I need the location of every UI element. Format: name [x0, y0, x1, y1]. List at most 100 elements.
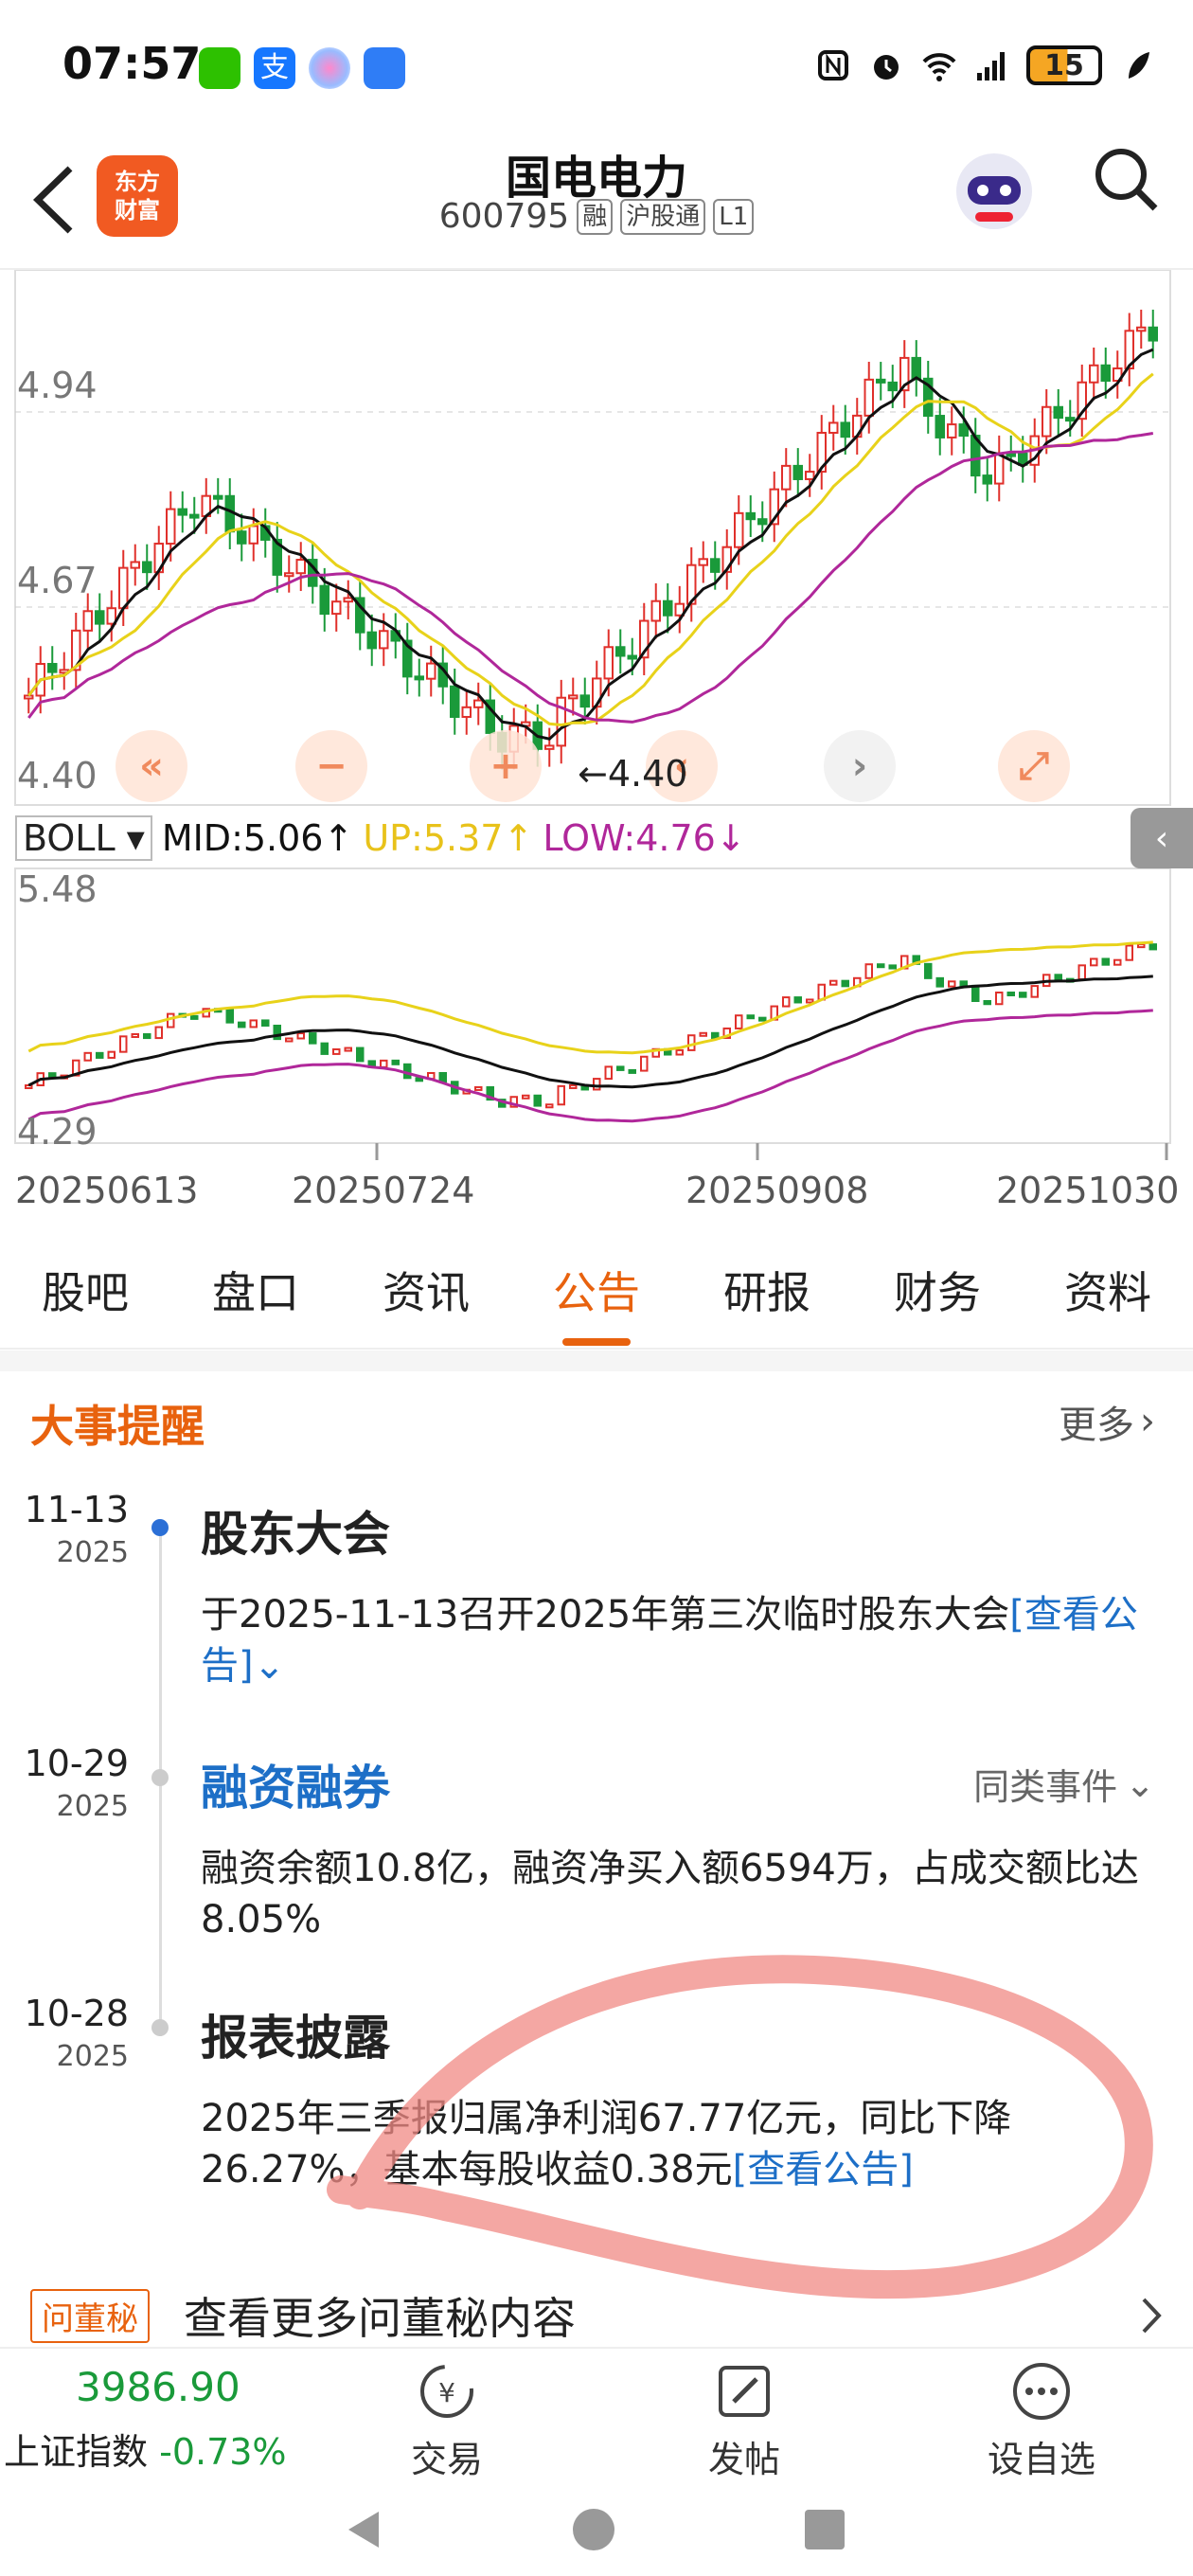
candle-body — [1042, 405, 1052, 438]
boll-chart-frame — [14, 868, 1171, 1144]
boll-candle — [107, 1050, 116, 1059]
tab-2[interactable]: 资讯 — [383, 1259, 470, 1331]
candle-body — [473, 699, 484, 708]
boll-up: UP:5.37↑ — [363, 817, 534, 859]
boll-candle — [238, 1021, 246, 1029]
tab-0[interactable]: 股吧 — [42, 1259, 129, 1331]
event-title-link[interactable]: 融资融券 — [201, 1750, 390, 1818]
boll-low-value: LOW:4.76 — [543, 817, 716, 859]
post-label: 发帖 — [707, 2439, 780, 2480]
candle-body — [579, 694, 590, 708]
candle-body — [295, 559, 306, 575]
boll-candle — [746, 1014, 755, 1020]
price-label-mid: 4.67 — [17, 560, 98, 601]
signal-icon — [977, 52, 1005, 80]
trade-label: 交易 — [410, 2439, 483, 2480]
boll-candle — [758, 1016, 767, 1022]
nav-back-icon[interactable] — [341, 2506, 388, 2553]
index-value[interactable]: 3986.90 — [76, 2364, 240, 2410]
same-type-label: 同类事件 — [973, 1766, 1118, 1808]
boll-candle — [640, 1055, 649, 1072]
tab-4[interactable]: 研报 — [723, 1259, 810, 1331]
candle-body — [982, 474, 992, 485]
candle-body — [237, 530, 247, 545]
boll-candle — [356, 1046, 365, 1063]
boll-candle — [285, 1037, 294, 1043]
more-button[interactable]: 更多 › — [1059, 1394, 1155, 1449]
boll-candle — [154, 1026, 163, 1040]
same-type-events-button[interactable]: 同类事件 ⌄ — [973, 1758, 1155, 1810]
tab-3[interactable]: 公告 — [553, 1259, 640, 1346]
boll-candle — [380, 1059, 388, 1068]
secretary-text: 查看更多问董秘内容 — [184, 2293, 576, 2344]
candle-body — [1089, 364, 1099, 384]
boll-candle — [1077, 964, 1086, 981]
tab-1[interactable]: 盘口 — [212, 1259, 299, 1331]
boll-candle — [948, 980, 956, 988]
boll-candle — [699, 1031, 707, 1037]
boll-candle — [841, 979, 849, 988]
tab-6[interactable]: 资料 — [1064, 1259, 1151, 1331]
candle-body — [189, 513, 200, 519]
candle-body — [840, 421, 850, 438]
candle-body — [95, 610, 105, 625]
ma10-line — [27, 372, 1154, 727]
post-button[interactable]: 发帖 — [668, 2360, 820, 2482]
tab-5[interactable]: 财务 — [894, 1259, 981, 1331]
candle-body — [828, 421, 839, 434]
boll-candle — [793, 996, 802, 1004]
boll-mid: MID:5.06↑ — [161, 817, 354, 859]
low-price-value: 4.40 — [607, 753, 688, 795]
boll-mid-value: MID:5.06 — [161, 817, 324, 859]
search-icon[interactable] — [1089, 142, 1165, 218]
rewind-button[interactable]: « — [116, 730, 187, 802]
boll-candle — [593, 1078, 601, 1091]
boll-candle — [131, 1032, 139, 1038]
nav-recents-icon[interactable] — [801, 2506, 848, 2553]
zoom-in-button[interactable]: + — [470, 730, 542, 802]
boll-candle — [533, 1094, 542, 1107]
candle-body — [887, 381, 898, 392]
zoom-out-button[interactable]: − — [295, 730, 367, 802]
expand-chevron-icon[interactable]: ⌄ — [254, 1644, 286, 1688]
boll-candle — [296, 1032, 305, 1040]
boll-up-value: UP:5.37 — [363, 817, 504, 859]
add-watchlist-button[interactable]: 设自选 — [966, 2360, 1117, 2482]
indicator-selector[interactable]: BOLL ▾ — [15, 815, 152, 861]
index-row[interactable]: 上证指数 -0.73% — [4, 2423, 287, 2475]
kline-candlestick-chart[interactable] — [0, 270, 1193, 1165]
trade-button[interactable]: ¥ 交易 — [371, 2360, 523, 2482]
next-button[interactable]: › — [824, 730, 896, 802]
event-date: 11-13 — [24, 1489, 129, 1530]
event-title: 报表披露 — [201, 2011, 390, 2066]
boll-candle — [1148, 943, 1157, 951]
boll-candle — [782, 996, 791, 1008]
nav-home-icon[interactable] — [570, 2506, 617, 2553]
robot-assistant-icon[interactable] — [947, 142, 1042, 237]
more-label: 更多 — [1059, 1404, 1134, 1447]
candle-body — [284, 572, 294, 578]
candle-body — [213, 494, 223, 500]
boll-candle — [143, 1032, 151, 1040]
fullscreen-button[interactable]: ⤢ — [998, 730, 1070, 802]
collapse-panel-button[interactable]: ‹ — [1131, 808, 1193, 868]
price-label-high: 4.94 — [17, 365, 98, 406]
board-secretary-row[interactable]: 问董秘 查看更多问董秘内容 — [30, 2282, 1166, 2349]
candle-body — [331, 600, 342, 616]
candle-body — [118, 566, 129, 610]
kline-chart-area[interactable]: 4.94 4.67 4.40 « − + ‹ › ⤢ ←4.40 BOLL ▾ … — [0, 270, 1193, 1211]
event-body: 融资余额10.8亿，融资净买入额6594万，占成交额比达8.05% — [201, 1847, 1139, 1941]
view-announcement-link[interactable]: [查看公告] — [733, 2148, 914, 2191]
system-nav-bar — [0, 2481, 1193, 2576]
boll-candle — [616, 1065, 625, 1071]
boll-candle — [1019, 992, 1027, 998]
events-title: 大事提醒 — [30, 1401, 205, 1452]
candle-body — [710, 558, 721, 573]
status-time: 07:57 — [62, 38, 202, 89]
event-date: 10-28 — [24, 1993, 129, 2034]
candle-body — [627, 654, 637, 660]
battery-indicator: 15 — [1026, 45, 1102, 85]
candle-body — [757, 518, 768, 526]
candle-body — [177, 508, 187, 516]
boll-candle — [83, 1051, 92, 1062]
